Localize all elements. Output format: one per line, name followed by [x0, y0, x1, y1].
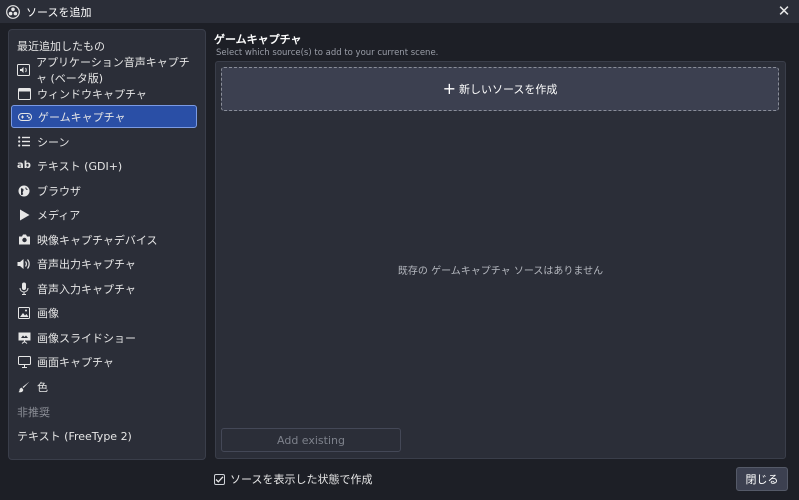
close-icon[interactable]: ✕	[775, 2, 793, 20]
globe-icon	[17, 184, 31, 198]
slideshow-icon	[17, 331, 31, 345]
gamepad-icon	[18, 110, 32, 124]
close-button[interactable]: 閉じる	[736, 467, 788, 491]
image-icon	[17, 306, 31, 320]
source-item-color[interactable]: 色	[11, 375, 197, 398]
source-item-label: 色	[37, 380, 48, 394]
source-item-app-audio[interactable]: アプリケーション音声キャプチャ (ベータ版)	[11, 56, 197, 85]
create-new-source-button[interactable]: + 新しいソースを作成	[221, 67, 779, 111]
existing-sources-panel	[215, 61, 786, 459]
source-item-display-capture[interactable]: 画面キャプチャ	[11, 350, 197, 373]
source-item-video-capture[interactable]: 映像キャプチャデバイス	[11, 228, 197, 251]
empty-sources-message: 既存の ゲームキャプチャ ソースはありません	[397, 266, 604, 277]
source-item-text-freetype[interactable]: テキスト (FreeType 2)	[17, 428, 132, 444]
add-existing-button[interactable]: Add existing	[221, 428, 401, 452]
window-icon	[17, 87, 31, 101]
source-item-audio-input[interactable]: 音声入力キャプチャ	[11, 277, 197, 300]
camera-icon	[17, 233, 31, 247]
monitor-icon	[17, 355, 31, 369]
source-item-label: 画像	[37, 306, 59, 320]
source-item-label: テキスト (GDI+)	[37, 159, 123, 173]
source-type-list: 最近追加したもの アプリケーション音声キャプチャ (ベータ版) ウィンドウキャプ…	[8, 29, 206, 460]
source-item-label: ブラウザ	[37, 184, 81, 198]
source-item-label: 画面キャプチャ	[37, 355, 114, 369]
microphone-icon	[17, 282, 31, 296]
source-item-label: シーン	[37, 135, 70, 149]
paintbrush-icon	[17, 380, 31, 394]
source-item-label: メディア	[37, 208, 81, 222]
section-title: ゲームキャプチャ	[214, 33, 302, 46]
source-item-text-gdi[interactable]: ab テキスト (GDI+)	[11, 154, 197, 177]
source-item-label: 音声出力キャプチャ	[37, 257, 136, 271]
source-item-label: ウィンドウキャプチャ	[37, 87, 147, 101]
source-item-label: アプリケーション音声キャプチャ (ベータ版)	[36, 55, 190, 85]
window-title: ソースを追加	[26, 5, 92, 19]
visible-checkbox[interactable]	[214, 473, 225, 485]
source-item-label: 画像スライドショー	[37, 331, 136, 345]
source-item-scene[interactable]: シーン	[11, 130, 197, 153]
source-item-label: 映像キャプチャデバイス	[37, 233, 158, 247]
plus-icon: +	[442, 79, 456, 98]
source-item-window-capture[interactable]: ウィンドウキャプチャ	[11, 82, 197, 105]
recent-header: 最近追加したもの	[17, 40, 105, 53]
source-item-image-slideshow[interactable]: 画像スライドショー	[11, 326, 197, 349]
play-icon	[17, 208, 31, 222]
visible-checkbox-row[interactable]: ソースを表示した状態で作成	[214, 471, 372, 487]
source-item-media[interactable]: メディア	[11, 203, 197, 226]
list-icon	[17, 135, 31, 149]
title-bar: ソースを追加 ✕	[0, 0, 799, 23]
obs-logo-icon	[6, 4, 20, 19]
create-new-source-label: 新しいソースを作成	[458, 83, 558, 96]
add-source-dialog: ソースを追加 ✕ 最近追加したもの アプリケーション音声キャプチャ (ベータ版)…	[0, 0, 799, 500]
text-ab-icon: ab	[17, 160, 31, 171]
source-item-image[interactable]: 画像	[11, 301, 197, 324]
source-item-label: 音声入力キャプチャ	[37, 282, 136, 296]
app-audio-icon	[17, 63, 30, 77]
section-subtitle: Select which source(s) to add to your cu…	[216, 48, 439, 58]
source-item-browser[interactable]: ブラウザ	[11, 179, 197, 202]
deprecated-header: 非推奨	[17, 406, 50, 419]
source-item-label: ゲームキャプチャ	[38, 110, 126, 124]
speaker-icon	[17, 257, 31, 271]
source-item-audio-output[interactable]: 音声出力キャプチャ	[11, 252, 197, 275]
visible-checkbox-label: ソースを表示した状態で作成	[230, 473, 373, 486]
source-item-game-capture[interactable]: ゲームキャプチャ	[11, 105, 197, 128]
checkmark-icon	[215, 475, 224, 483]
